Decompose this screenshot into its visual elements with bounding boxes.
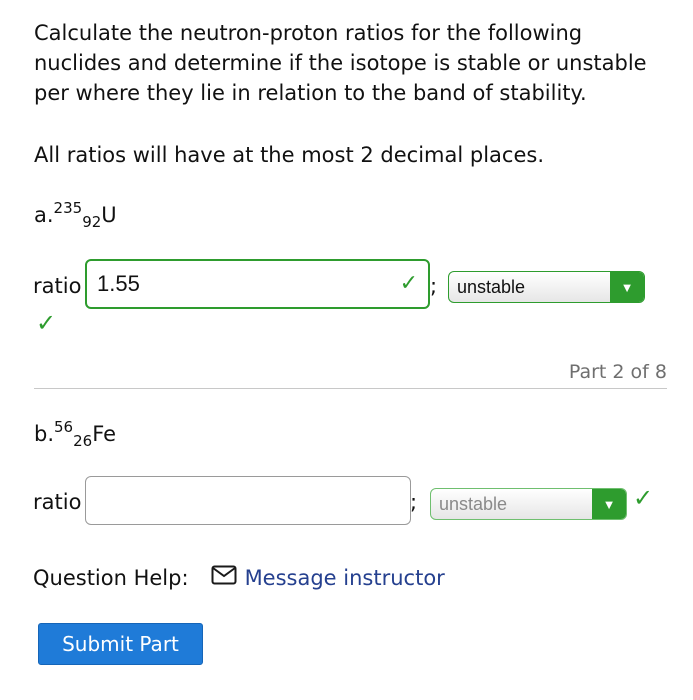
nuclide-b: b.5626Fe <box>34 419 116 449</box>
triangle-down-icon: ▼ <box>592 489 626 519</box>
part-counter: Part 2 of 8 <box>568 361 667 383</box>
stability-b-select[interactable]: unstable ▼ <box>430 488 627 520</box>
stability-a-value: unstable <box>457 276 526 297</box>
ratio-a-separator: ; <box>430 274 438 298</box>
stability-b-value: unstable <box>439 493 508 514</box>
nuclide-b-atomic: 26 <box>73 432 93 450</box>
nuclide-a-atomic: 92 <box>82 213 102 231</box>
question-help: Question Help: Message instructor <box>33 563 445 593</box>
question-help-label: Question Help: <box>33 566 189 590</box>
nuclide-b-mass: 56 <box>54 418 74 436</box>
check-icon: ✓ <box>633 484 654 512</box>
ratio-a-input[interactable]: 1.55 ✓ <box>85 259 430 309</box>
triangle-down-icon: ▼ <box>610 272 644 302</box>
ratio-b-input[interactable] <box>85 476 411 525</box>
nuclide-a-symbol: U <box>101 203 117 227</box>
submit-part-button[interactable]: Submit Part <box>38 623 203 665</box>
ratio-b-label: ratio <box>33 490 82 514</box>
ratio-a-label: ratio <box>33 274 82 298</box>
check-icon: ✓ <box>399 271 418 296</box>
section-divider <box>34 388 667 389</box>
nuclide-b-symbol: Fe <box>92 422 117 446</box>
nuclide-a: a.23592U <box>34 200 117 230</box>
nuclide-a-prefix: a. <box>34 203 54 227</box>
ratio-a-value: 1.55 <box>97 271 140 296</box>
ratio-b-separator: ; <box>410 490 418 514</box>
nuclide-b-prefix: b. <box>34 422 55 446</box>
stability-a-select[interactable]: unstable ▼ <box>448 271 645 303</box>
envelope-icon[interactable] <box>211 563 237 593</box>
question-intro: Calculate the neutron-proton ratios for … <box>34 21 647 105</box>
message-instructor-link[interactable]: Message instructor <box>245 563 445 593</box>
nuclide-a-mass: 235 <box>53 199 83 217</box>
check-icon: ✓ <box>36 309 57 337</box>
question-note: All ratios will have at the most 2 decim… <box>34 143 544 167</box>
